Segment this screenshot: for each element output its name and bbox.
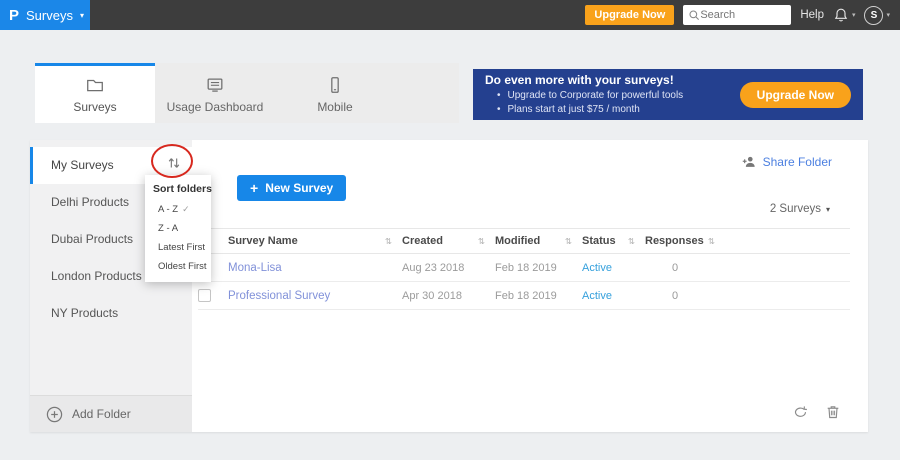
- global-search[interactable]: [683, 5, 792, 25]
- tab-label: Surveys: [73, 100, 117, 114]
- add-person-icon: [742, 156, 755, 167]
- sort-folders-menu: Sort folders A - Z ✓ Z - A Latest First O…: [145, 175, 212, 282]
- section-tabs: Surveys Usage Dashboard Mobile: [35, 63, 459, 123]
- dashboard-icon: [207, 78, 223, 92]
- product-menu-label: Surveys: [26, 7, 73, 23]
- survey-name-link[interactable]: Mona-Lisa: [228, 262, 402, 274]
- created-date: Apr 30 2018: [402, 289, 462, 302]
- add-folder-button[interactable]: Add Folder: [30, 395, 192, 432]
- chevron-down-icon: ▾: [825, 204, 830, 214]
- row-checkbox[interactable]: [198, 289, 211, 302]
- account-menu[interactable]: S ▾: [864, 5, 890, 25]
- upgrade-now-button[interactable]: Upgrade Now: [585, 5, 675, 25]
- trash-icon[interactable]: [825, 404, 841, 420]
- column-header-status[interactable]: Status ⇅: [582, 235, 645, 247]
- sort-option-latest-first[interactable]: Latest First: [145, 238, 211, 257]
- sort-folders-button[interactable]: [161, 151, 187, 175]
- survey-name-link[interactable]: Professional Survey: [228, 290, 402, 302]
- survey-count-dropdown[interactable]: 2 Surveys ▾: [770, 203, 830, 215]
- column-header-modified[interactable]: Modified ⇅: [495, 235, 582, 247]
- topbar-actions: Upgrade Now Help ▾ S ▾: [585, 0, 890, 30]
- sort-arrows-icon: [168, 158, 180, 168]
- status-link[interactable]: Active: [582, 290, 645, 302]
- help-link[interactable]: Help: [800, 9, 824, 21]
- table-header-row: Survey Name ⇅ Created ⇅ Modified ⇅ Status ⇅ …: [198, 228, 850, 254]
- chevron-down-icon: ▾: [79, 10, 84, 20]
- promo-bullet: Upgrade to Corporate for powerful tools: [497, 89, 684, 103]
- bell-icon: [834, 8, 848, 22]
- product-menu[interactable]: P Surveys ▾: [0, 0, 90, 30]
- column-header-created[interactable]: Created ⇅: [402, 235, 495, 247]
- new-survey-button[interactable]: + New Survey: [237, 175, 347, 201]
- app-logo: P: [9, 6, 20, 24]
- search-icon: [689, 10, 700, 21]
- add-folder-label: Add Folder: [72, 407, 131, 421]
- responses-count: 0: [671, 261, 679, 274]
- created-date: Aug 23 2018: [402, 261, 465, 274]
- promo-bullet: Plans start at just $75 / month: [497, 103, 683, 117]
- topbar: P Surveys ▾ Upgrade Now Help ▾ S ▾: [0, 0, 900, 30]
- notifications-menu[interactable]: ▾: [833, 7, 856, 23]
- tab-mobile[interactable]: Mobile: [275, 63, 395, 123]
- promo-title: Do even more with your surveys!: [485, 72, 674, 87]
- survey-count-label: 2 Surveys: [769, 203, 821, 215]
- tab-surveys[interactable]: Surveys: [35, 63, 155, 123]
- share-folder-button[interactable]: Share Folder: [741, 154, 832, 169]
- status-link[interactable]: Active: [582, 262, 645, 274]
- column-header-responses[interactable]: Responses ⇅: [645, 235, 725, 247]
- column-sort-icon[interactable]: ⇅: [385, 236, 392, 247]
- responses-count: 0: [671, 289, 679, 302]
- chevron-down-icon: ▾: [886, 12, 890, 19]
- modified-date: Feb 18 2019: [495, 261, 557, 274]
- plus-circle-icon: [46, 406, 63, 422]
- folder-icon: [87, 79, 103, 92]
- tab-label: Mobile: [317, 100, 353, 114]
- column-sort-icon[interactable]: ⇅: [628, 236, 635, 247]
- column-sort-icon[interactable]: ⇅: [478, 236, 485, 247]
- restore-icon[interactable]: [792, 404, 809, 420]
- column-sort-icon[interactable]: ⇅: [565, 236, 572, 247]
- tab-usage-dashboard[interactable]: Usage Dashboard: [155, 63, 275, 123]
- new-survey-label: New Survey: [265, 181, 334, 195]
- promo-text: Do even more with your surveys! Upgrade …: [485, 73, 683, 117]
- sort-option-z-a[interactable]: Z - A: [145, 219, 211, 238]
- table-row: Professional Survey Apr 30 2018 Feb 18 2…: [198, 282, 850, 310]
- sort-option-a-z[interactable]: A - Z ✓: [145, 200, 211, 219]
- avatar: S: [864, 5, 884, 25]
- mobile-icon: [331, 77, 339, 93]
- sort-option-oldest-first[interactable]: Oldest First: [145, 257, 211, 276]
- share-folder-label: Share Folder: [762, 154, 832, 169]
- search-input[interactable]: [700, 9, 781, 21]
- chevron-down-icon: ▾: [851, 12, 856, 19]
- sort-menu-title: Sort folders: [153, 183, 212, 195]
- column-sort-icon[interactable]: ⇅: [708, 236, 715, 247]
- sidebar-item-ny-products[interactable]: NY Products: [30, 295, 192, 332]
- tab-label: Usage Dashboard: [166, 100, 264, 114]
- list-footer-actions: [792, 404, 841, 420]
- modified-date: Feb 18 2019: [495, 289, 557, 302]
- banner-upgrade-button[interactable]: Upgrade Now: [739, 81, 851, 108]
- column-header-survey-name[interactable]: Survey Name ⇅: [228, 235, 402, 247]
- surveys-panel: My Surveys Delhi Products Dubai Products…: [30, 140, 868, 432]
- check-icon: ✓: [182, 204, 190, 214]
- table-row: Mona-Lisa Aug 23 2018 Feb 18 2019 Active…: [198, 254, 850, 282]
- plus-icon: +: [250, 180, 259, 196]
- survey-table: Survey Name ⇅ Created ⇅ Modified ⇅ Status ⇅ …: [198, 228, 850, 310]
- survey-list-pane: Share Folder + New Survey 2 Surveys ▾ Su…: [192, 140, 868, 432]
- promo-banner: Do even more with your surveys! Upgrade …: [473, 69, 863, 120]
